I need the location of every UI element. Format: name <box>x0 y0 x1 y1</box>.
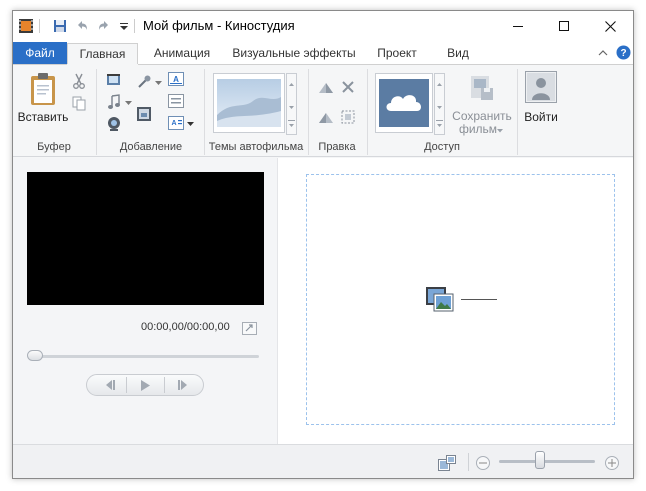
add-media-icon[interactable] <box>425 286 455 314</box>
seek-thumb[interactable] <box>27 350 43 361</box>
customize-toolbar-icon[interactable] <box>115 17 133 35</box>
tab-view[interactable]: Вид <box>438 43 478 65</box>
chevron-down-icon[interactable] <box>186 120 194 128</box>
fullscreen-preview-icon[interactable] <box>241 321 257 335</box>
video-preview[interactable] <box>27 172 264 305</box>
insertion-line <box>461 299 497 300</box>
tab-visual-effects[interactable]: Визуальные эффекты <box>229 43 359 65</box>
main-content: 00:00,00/00:00,00 <box>13 158 633 444</box>
timecode: 00:00,00/00:00,00 <box>141 321 230 333</box>
chevron-down-icon[interactable] <box>496 128 504 134</box>
ribbon-tabs: Файл Главная Анимация Визуальные эффекты… <box>13 41 633 66</box>
svg-text:A: A <box>173 75 179 84</box>
paste-icon[interactable] <box>27 71 59 107</box>
playback-controls <box>86 374 204 396</box>
zoom-slider-thumb[interactable] <box>535 451 545 469</box>
preview-pane: 00:00,00/00:00,00 <box>13 158 278 444</box>
rotate-right-icon[interactable] <box>317 109 335 125</box>
add-music-icon[interactable] <box>105 93 123 111</box>
group-label-add: Добавление <box>119 141 183 153</box>
cut-icon[interactable] <box>71 73 87 89</box>
group-label-clipboard: Буфер <box>37 141 71 153</box>
thumbnail-size-icon[interactable] <box>437 454 457 472</box>
title-bar: Мой фильм - Киностудия <box>13 11 633 41</box>
save-icon[interactable] <box>51 17 69 35</box>
remove-icon[interactable] <box>339 79 357 95</box>
rotate-left-icon[interactable] <box>317 79 335 95</box>
signin-button[interactable]: Войти <box>521 110 561 124</box>
previous-frame-button[interactable] <box>95 375 125 395</box>
group-label-share: Доступ <box>424 141 460 153</box>
window-title: Мой фильм - Киностудия <box>143 18 295 33</box>
tab-project[interactable]: Проект <box>369 43 425 65</box>
share-gallery-scroller[interactable] <box>434 73 445 135</box>
seek-bar[interactable] <box>31 355 259 358</box>
save-movie-button[interactable]: Сохранить <box>445 109 519 123</box>
film-app-icon <box>17 17 35 35</box>
undo-icon[interactable] <box>73 17 91 35</box>
user-avatar-icon[interactable] <box>525 71 557 103</box>
close-button[interactable] <box>587 11 633 41</box>
tab-file[interactable]: Файл <box>13 42 67 65</box>
tab-home[interactable]: Главная <box>67 43 138 66</box>
zoom-out-button[interactable] <box>476 456 490 470</box>
add-caption-icon[interactable] <box>167 93 185 109</box>
tab-animation[interactable]: Анимация <box>143 43 221 65</box>
svg-text:A: A <box>171 120 176 127</box>
zoom-in-button[interactable] <box>605 456 619 470</box>
zoom-slider-track[interactable] <box>499 460 595 463</box>
play-button[interactable] <box>129 375 161 395</box>
collapse-ribbon-icon[interactable] <box>596 46 610 60</box>
snapshot-icon[interactable] <box>135 105 153 123</box>
maximize-button[interactable] <box>541 11 587 41</box>
storyboard-drop-zone[interactable] <box>306 174 615 425</box>
copy-icon[interactable] <box>71 95 87 111</box>
group-label-edit: Правка <box>318 141 356 153</box>
narration-microphone-icon[interactable] <box>135 73 153 91</box>
app-window: Мой фильм - Киностудия Файл Главная Аним… <box>12 10 634 479</box>
ribbon: Вставить Буфер A A Добавление Темы автоф… <box>13 65 633 157</box>
automovie-theme-thumbnail[interactable] <box>213 73 285 133</box>
redo-icon[interactable] <box>95 17 113 35</box>
webcam-icon[interactable] <box>105 115 123 133</box>
help-icon[interactable]: ? <box>616 45 631 60</box>
group-label-themes: Темы автофильма <box>208 141 304 153</box>
add-video-photo-icon[interactable] <box>105 71 123 89</box>
add-title-icon[interactable]: A <box>167 71 185 87</box>
chevron-down-icon[interactable] <box>154 79 162 87</box>
add-credits-icon[interactable]: A <box>167 115 185 131</box>
paste-button[interactable]: Вставить <box>17 110 69 124</box>
save-movie-icon[interactable] <box>468 73 496 103</box>
chevron-down-icon[interactable] <box>124 99 132 107</box>
select-all-icon[interactable] <box>339 109 357 125</box>
theme-gallery-scroller[interactable] <box>286 73 297 135</box>
svg-text:?: ? <box>620 48 626 59</box>
share-onedrive-thumbnail[interactable] <box>375 73 433 133</box>
minimize-button[interactable] <box>495 11 541 41</box>
next-frame-button[interactable] <box>167 375 199 395</box>
